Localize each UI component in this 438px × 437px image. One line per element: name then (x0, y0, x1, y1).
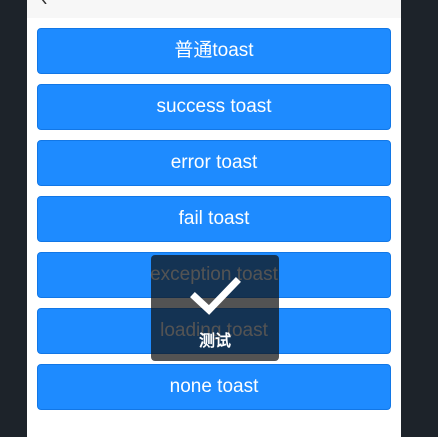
fail-toast-button[interactable]: fail toast (37, 196, 391, 242)
normal-toast-button[interactable]: 普通toast (37, 28, 391, 74)
back-arrow-icon[interactable] (39, 0, 49, 4)
toast-popup: 测试 (151, 255, 279, 361)
phone-screen: 普通toast success toast error toast fail t… (27, 0, 401, 437)
error-toast-button[interactable]: error toast (37, 140, 391, 186)
checkmark-icon (190, 277, 241, 315)
success-toast-button[interactable]: success toast (37, 84, 391, 130)
toast-message: 测试 (198, 331, 231, 350)
none-toast-button[interactable]: none toast (37, 364, 391, 410)
navigation-bar (27, 0, 401, 18)
